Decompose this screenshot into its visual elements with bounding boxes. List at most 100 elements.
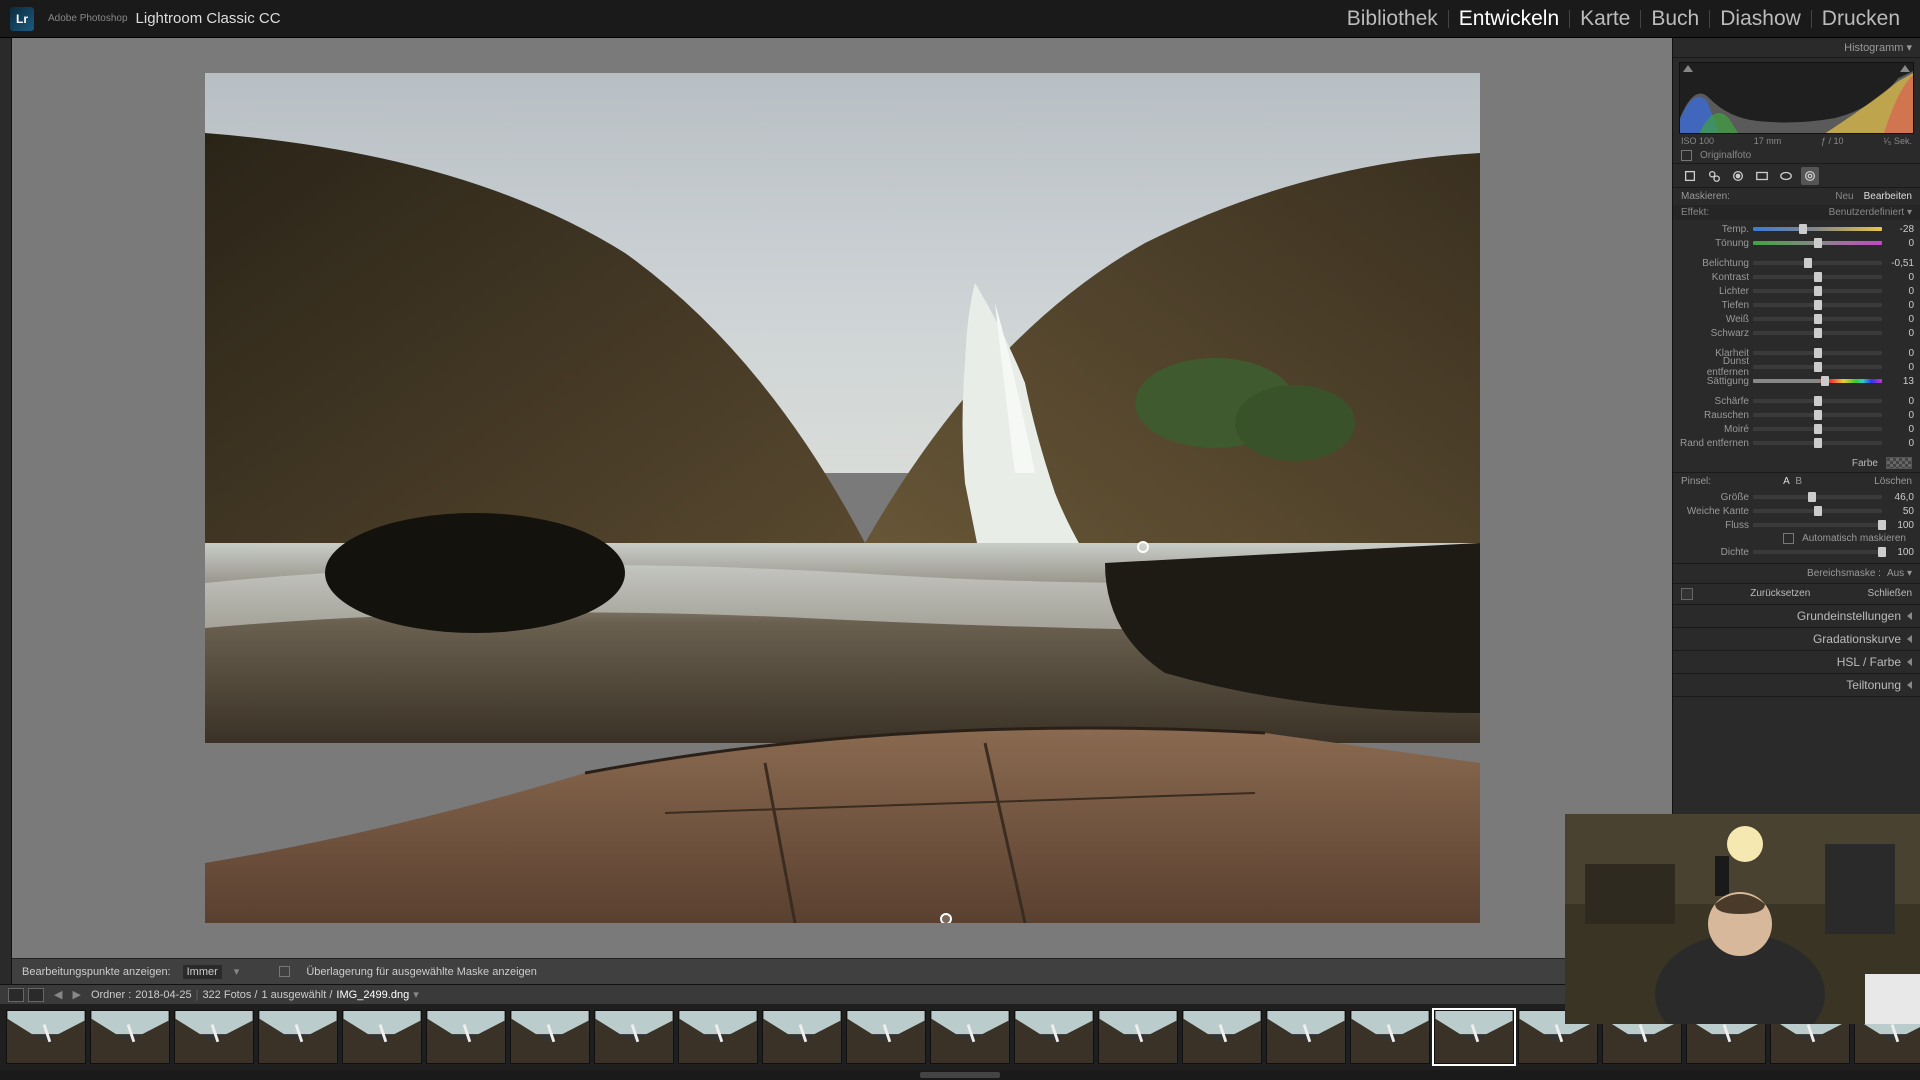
app-logo: Lr — [10, 7, 34, 31]
section-split-toning[interactable]: Teiltonung — [1673, 674, 1920, 697]
filmstrip-thumb[interactable] — [342, 1010, 422, 1064]
clarity-slider[interactable] — [1753, 351, 1882, 355]
histogram[interactable] — [1679, 62, 1914, 134]
filmstrip-thumb[interactable] — [1350, 1010, 1430, 1064]
mask-new[interactable]: Neu — [1835, 191, 1853, 202]
nav-slideshow[interactable]: Diashow — [1710, 7, 1811, 31]
nav-map[interactable]: Karte — [1570, 7, 1640, 31]
brush-feather-slider[interactable] — [1753, 509, 1882, 513]
section-basic[interactable]: Grundeinstellungen — [1673, 605, 1920, 628]
exposure-slider[interactable] — [1753, 261, 1882, 265]
brush-density-slider[interactable] — [1753, 550, 1882, 554]
path-date[interactable]: 2018-04-25 — [135, 989, 191, 1001]
brush-b[interactable]: B — [1795, 476, 1802, 487]
clip-shadows-icon[interactable] — [1683, 65, 1693, 72]
app-name: Lightroom Classic CC — [136, 10, 281, 27]
nav-book[interactable]: Buch — [1641, 7, 1709, 31]
filmstrip-thumb[interactable] — [258, 1010, 338, 1064]
brush-a[interactable]: A — [1783, 476, 1790, 487]
nav-develop[interactable]: Entwickeln — [1449, 7, 1569, 31]
edit-points-mode[interactable]: Immer — [183, 965, 222, 979]
radial-tool-icon[interactable] — [1777, 167, 1795, 185]
brush-pin[interactable] — [940, 913, 952, 923]
whites-slider[interactable] — [1753, 317, 1882, 321]
auto-mask-label: Automatisch maskieren — [1802, 533, 1906, 544]
left-panel-collapsed[interactable] — [0, 38, 12, 984]
filmstrip-thumb[interactable] — [762, 1010, 842, 1064]
filmstrip-scrollbar[interactable] — [0, 1070, 1920, 1080]
edit-points-label: Bearbeitungspunkte anzeigen: — [22, 966, 171, 978]
redeye-tool-icon[interactable] — [1729, 167, 1747, 185]
current-file[interactable]: IMG_2499.dng — [336, 989, 409, 1001]
toggle-switch[interactable] — [1681, 588, 1693, 600]
color-swatch[interactable] — [1886, 457, 1912, 469]
original-label: Originalfoto — [1700, 150, 1751, 161]
moire-slider[interactable] — [1753, 427, 1882, 431]
histogram-meta: ISO 100 17 mm ƒ / 10 ¹⁄₅ Sek. — [1673, 134, 1920, 148]
second-window-icon[interactable] — [8, 988, 24, 1002]
filmstrip-thumb[interactable] — [6, 1010, 86, 1064]
gradient-tool-icon[interactable] — [1753, 167, 1771, 185]
clip-highlights-icon[interactable] — [1900, 65, 1910, 72]
sharpness-slider[interactable] — [1753, 399, 1882, 403]
brush-erase[interactable]: Löschen — [1874, 476, 1912, 487]
nav-print[interactable]: Drucken — [1812, 7, 1910, 31]
brush-flow-slider[interactable] — [1753, 523, 1882, 527]
crop-tool-icon[interactable] — [1681, 167, 1699, 185]
brand-superscript: Adobe Photoshop — [48, 13, 128, 24]
auto-mask-checkbox[interactable] — [1783, 533, 1794, 544]
section-tone-curve[interactable]: Gradationskurve — [1673, 628, 1920, 651]
overlay-checkbox[interactable] — [279, 966, 290, 977]
defringe-slider[interactable] — [1753, 441, 1882, 445]
dehaze-slider[interactable] — [1753, 365, 1882, 369]
path-label: Ordner : — [91, 989, 131, 1001]
filmstrip-thumb[interactable] — [594, 1010, 674, 1064]
blacks-slider[interactable] — [1753, 331, 1882, 335]
filmstrip-thumb[interactable] — [1182, 1010, 1262, 1064]
filmstrip-thumb[interactable] — [846, 1010, 926, 1064]
filmstrip-thumb[interactable] — [1014, 1010, 1094, 1064]
nav-library[interactable]: Bibliothek — [1337, 7, 1448, 31]
histogram-header[interactable]: Histogramm ▾ — [1673, 38, 1920, 58]
title-bar: Lr Adobe Photoshop Lightroom Classic CC … — [0, 0, 1920, 38]
section-hsl[interactable]: HSL / Farbe — [1673, 651, 1920, 674]
brush-size-slider[interactable] — [1753, 495, 1882, 499]
effect-dropdown[interactable]: Benutzerdefiniert ▾ — [1829, 207, 1912, 218]
shadows-slider[interactable] — [1753, 303, 1882, 307]
filmstrip-thumb[interactable] — [426, 1010, 506, 1064]
develop-toolbar: Bearbeitungspunkte anzeigen: Immer ▾ Übe… — [12, 958, 1672, 984]
overlay-label: Überlagerung für ausgewählte Maske anzei… — [306, 966, 537, 978]
selected-count: 1 ausgewählt / — [261, 989, 332, 1001]
reset-button[interactable]: Zurücksetzen — [1750, 588, 1810, 600]
brush-pin[interactable] — [1137, 541, 1149, 553]
highlights-slider[interactable] — [1753, 289, 1882, 293]
filmstrip-thumb[interactable] — [1434, 1010, 1514, 1064]
filmstrip-thumb[interactable] — [1098, 1010, 1178, 1064]
color-label: Farbe — [1681, 458, 1886, 469]
contrast-slider[interactable] — [1753, 275, 1882, 279]
filmstrip-thumb[interactable] — [1266, 1010, 1346, 1064]
original-checkbox[interactable] — [1681, 150, 1692, 161]
mask-edit[interactable]: Bearbeiten — [1864, 191, 1912, 202]
tint-slider[interactable] — [1753, 241, 1882, 245]
grid-view-icon[interactable] — [28, 988, 44, 1002]
spot-tool-icon[interactable] — [1705, 167, 1723, 185]
webcam-overlay — [1565, 814, 1920, 1024]
temp-slider[interactable] — [1753, 227, 1882, 231]
brush-label: Pinsel: — [1681, 476, 1711, 487]
photo-preview[interactable] — [205, 73, 1480, 923]
range-mask-label: Bereichsmaske : — [1807, 568, 1881, 579]
filmstrip-thumb[interactable] — [174, 1010, 254, 1064]
filmstrip-thumb[interactable] — [510, 1010, 590, 1064]
filmstrip-thumb[interactable] — [678, 1010, 758, 1064]
noise-slider[interactable] — [1753, 413, 1882, 417]
range-mask-dropdown[interactable]: Aus ▾ — [1887, 568, 1912, 579]
module-nav: Bibliothek Entwickeln Karte Buch Diashow… — [1337, 7, 1910, 31]
filmstrip-thumb[interactable] — [930, 1010, 1010, 1064]
canvas[interactable] — [12, 38, 1672, 958]
close-button[interactable]: Schließen — [1868, 588, 1912, 600]
filmstrip-thumb[interactable] — [90, 1010, 170, 1064]
photo-count: 322 Fotos / — [202, 989, 257, 1001]
saturation-slider[interactable] — [1753, 379, 1882, 383]
brush-tool-icon[interactable] — [1801, 167, 1819, 185]
